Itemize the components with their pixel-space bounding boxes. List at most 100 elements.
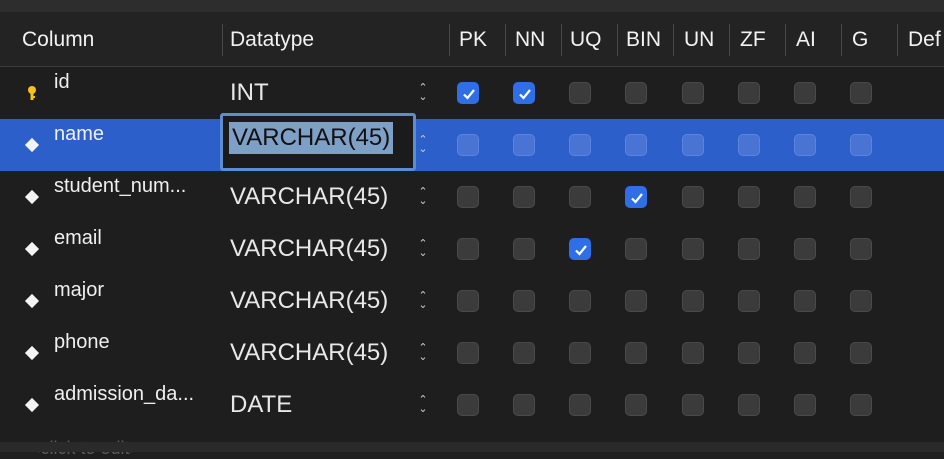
column-datatype[interactable]: VARCHAR(45) (230, 235, 388, 263)
header-nn[interactable]: NN (515, 12, 545, 66)
header-zf[interactable]: ZF (740, 12, 766, 66)
ai-checkbox[interactable] (794, 290, 816, 312)
uq-checkbox[interactable] (569, 186, 591, 208)
header-separator[interactable] (785, 24, 786, 56)
header-un[interactable]: UN (684, 12, 714, 66)
header-separator[interactable] (617, 24, 618, 56)
nn-checkbox[interactable] (513, 342, 535, 364)
zf-checkbox[interactable] (738, 342, 760, 364)
header-separator[interactable] (505, 24, 506, 56)
g-checkbox[interactable] (850, 342, 872, 364)
column-name[interactable]: admission_da... (54, 383, 194, 406)
datatype-stepper-icon[interactable]: ⌃ ⌄ (416, 83, 430, 103)
table-row[interactable]: email VARCHAR(45) ⌃ ⌄ (0, 223, 944, 275)
datatype-stepper-icon[interactable]: ⌃ ⌄ (416, 395, 430, 415)
header-datatype[interactable]: Datatype (230, 12, 314, 66)
zf-checkbox[interactable] (738, 186, 760, 208)
bin-checkbox[interactable] (625, 394, 647, 416)
datatype-stepper-icon[interactable]: ⌃ ⌄ (416, 343, 430, 363)
zf-checkbox[interactable] (738, 394, 760, 416)
column-name[interactable]: name (54, 123, 104, 146)
column-datatype[interactable]: VARCHAR(45) (230, 339, 388, 367)
header-separator[interactable] (729, 24, 730, 56)
header-ai[interactable]: AI (796, 12, 816, 66)
header-bin[interactable]: BIN (626, 12, 661, 66)
ai-checkbox[interactable] (794, 342, 816, 364)
un-checkbox[interactable] (682, 238, 704, 260)
datatype-stepper-icon[interactable]: ⌃ ⌄ (416, 239, 430, 259)
ai-checkbox[interactable] (794, 238, 816, 260)
g-checkbox[interactable] (850, 290, 872, 312)
column-datatype[interactable]: INT (230, 79, 269, 107)
uq-checkbox[interactable] (569, 238, 591, 260)
nn-checkbox[interactable] (513, 186, 535, 208)
un-checkbox[interactable] (682, 342, 704, 364)
ai-checkbox[interactable] (794, 134, 816, 156)
datatype-selected-text[interactable]: VARCHAR(45) (229, 122, 394, 154)
g-checkbox[interactable] (850, 82, 872, 104)
nn-checkbox[interactable] (513, 238, 535, 260)
uq-checkbox[interactable] (569, 290, 591, 312)
table-row[interactable]: admission_da... DATE ⌃ ⌄ (0, 379, 944, 431)
header-separator[interactable] (222, 24, 223, 56)
header-pk[interactable]: PK (459, 12, 487, 66)
header-separator[interactable] (449, 24, 450, 56)
header-separator[interactable] (561, 24, 562, 56)
header-default[interactable]: Def (908, 12, 941, 66)
header-separator[interactable] (841, 24, 842, 56)
table-row[interactable]: id INT ⌃ ⌄ (0, 67, 944, 119)
nn-checkbox[interactable] (513, 394, 535, 416)
bin-checkbox[interactable] (625, 290, 647, 312)
g-checkbox[interactable] (850, 134, 872, 156)
bin-checkbox[interactable] (625, 342, 647, 364)
uq-checkbox[interactable] (569, 134, 591, 156)
column-name[interactable]: id (54, 71, 70, 94)
table-row[interactable]: student_num... VARCHAR(45) ⌃ ⌄ (0, 171, 944, 223)
column-name[interactable]: email (54, 227, 102, 250)
nn-checkbox[interactable] (513, 134, 535, 156)
un-checkbox[interactable] (682, 394, 704, 416)
ai-checkbox[interactable] (794, 394, 816, 416)
pk-checkbox[interactable] (457, 186, 479, 208)
header-uq[interactable]: UQ (570, 12, 602, 66)
bin-checkbox[interactable] (625, 134, 647, 156)
ai-checkbox[interactable] (794, 186, 816, 208)
zf-checkbox[interactable] (738, 238, 760, 260)
nn-checkbox[interactable] (513, 82, 535, 104)
un-checkbox[interactable] (682, 134, 704, 156)
bin-checkbox[interactable] (625, 238, 647, 260)
table-row-selected[interactable]: name VARCHAR(45) ⌃ ⌄ (0, 113, 944, 171)
zf-checkbox[interactable] (738, 290, 760, 312)
table-row[interactable]: phone VARCHAR(45) ⌃ ⌄ (0, 327, 944, 379)
header-column[interactable]: Column (22, 12, 94, 66)
header-g[interactable]: G (852, 12, 868, 66)
datatype-stepper-icon[interactable]: ⌃ ⌄ (416, 291, 430, 311)
pk-checkbox[interactable] (457, 394, 479, 416)
column-name[interactable]: student_num... (54, 175, 186, 198)
pk-checkbox[interactable] (457, 134, 479, 156)
bin-checkbox[interactable] (625, 82, 647, 104)
column-datatype[interactable]: VARCHAR(45) (230, 287, 388, 315)
table-row[interactable]: major VARCHAR(45) ⌃ ⌄ (0, 275, 944, 327)
g-checkbox[interactable] (850, 238, 872, 260)
pk-checkbox[interactable] (457, 238, 479, 260)
pk-checkbox[interactable] (457, 342, 479, 364)
uq-checkbox[interactable] (569, 82, 591, 104)
datatype-stepper-icon[interactable]: ⌃ ⌄ (416, 135, 430, 155)
un-checkbox[interactable] (682, 82, 704, 104)
zf-checkbox[interactable] (738, 134, 760, 156)
column-name[interactable]: major (54, 279, 104, 302)
nn-checkbox[interactable] (513, 290, 535, 312)
header-separator[interactable] (897, 24, 898, 56)
column-name[interactable]: phone (54, 331, 110, 354)
bin-checkbox[interactable] (625, 186, 647, 208)
uq-checkbox[interactable] (569, 394, 591, 416)
column-datatype[interactable]: DATE (230, 391, 292, 419)
g-checkbox[interactable] (850, 186, 872, 208)
header-separator[interactable] (673, 24, 674, 56)
uq-checkbox[interactable] (569, 342, 591, 364)
column-datatype[interactable]: VARCHAR(45) (230, 183, 388, 211)
datatype-edit-field[interactable]: VARCHAR(45) (220, 113, 416, 171)
datatype-stepper-icon[interactable]: ⌃ ⌄ (416, 187, 430, 207)
un-checkbox[interactable] (682, 290, 704, 312)
